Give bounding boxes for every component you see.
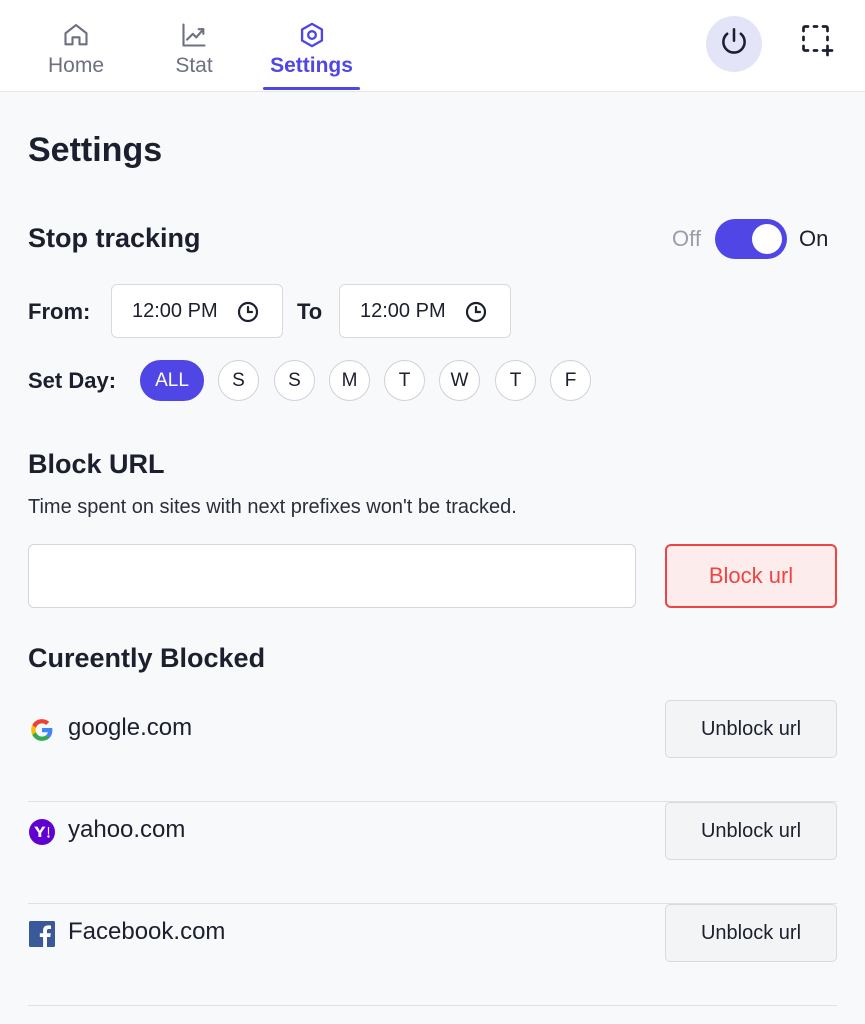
power-icon <box>717 25 751 64</box>
home-icon <box>61 20 91 50</box>
day-monday[interactable]: M <box>329 360 370 401</box>
stop-tracking-toggle[interactable] <box>714 219 787 259</box>
stop-tracking-title: Stop tracking <box>28 223 201 253</box>
to-label: To <box>297 299 323 324</box>
from-label: From: <box>28 299 91 324</box>
unblock-url-button[interactable]: Unblock url <box>665 700 837 758</box>
unblock-url-button[interactable]: Unblock url <box>665 904 837 962</box>
clock-icon <box>464 300 488 324</box>
settings-app: Home Stat Settings Settings Stop trackin… <box>0 0 865 1024</box>
tab-stat-label: Stat <box>175 54 213 77</box>
from-time-picker[interactable]: 12:00 PM <box>111 284 283 338</box>
blocked-list-item: Facebook.com Unblock url <box>28 904 837 1006</box>
clock-icon <box>236 300 260 324</box>
set-day-label: Set Day: <box>28 368 117 393</box>
to-time-value: 12:00 PM <box>360 299 446 322</box>
screen-capture-button[interactable] <box>797 22 837 62</box>
tab-settings-label: Settings <box>270 54 353 77</box>
tab-stat[interactable]: Stat <box>156 0 232 92</box>
top-navigation: Home Stat Settings <box>0 0 865 92</box>
day-wednesday[interactable]: W <box>439 360 480 401</box>
gear-icon <box>297 20 327 50</box>
day-tuesday[interactable]: T <box>384 360 425 401</box>
tracking-toggle-group: Off On <box>672 218 828 260</box>
tab-home-label: Home <box>47 54 105 77</box>
day-all[interactable]: ALL <box>140 360 204 401</box>
day-sunday[interactable]: S <box>218 360 259 401</box>
blocked-site-name: google.com <box>68 714 193 741</box>
block-url-input[interactable] <box>28 544 636 608</box>
block-url-description: Time spent on sites with next prefixes w… <box>28 496 517 518</box>
day-friday[interactable]: F <box>550 360 591 401</box>
day-thursday[interactable]: T <box>495 360 536 401</box>
toggle-off-label: Off <box>672 226 701 251</box>
blocked-list-item: yahoo.com Unblock url <box>28 802 837 904</box>
blocked-list-item: google.com Unblock url <box>28 700 837 802</box>
yahoo-icon <box>28 818 56 846</box>
blocked-site-name: yahoo.com <box>68 816 186 843</box>
block-url-title: Block URL <box>28 449 165 479</box>
power-button[interactable] <box>706 16 762 72</box>
tab-home[interactable]: Home <box>36 0 116 92</box>
page-title: Settings <box>28 131 163 169</box>
toggle-on-label: On <box>798 226 829 251</box>
to-time-picker[interactable]: 12:00 PM <box>339 284 511 338</box>
select-area-add-icon <box>799 22 835 63</box>
unblock-url-button[interactable]: Unblock url <box>665 802 837 860</box>
tab-settings[interactable]: Settings <box>263 0 360 92</box>
block-url-button[interactable]: Block url <box>665 544 837 608</box>
currently-blocked-title: Cureently Blocked <box>28 643 266 673</box>
toggle-knob <box>751 224 782 254</box>
facebook-icon <box>28 920 56 948</box>
active-tab-indicator <box>263 87 360 90</box>
from-time-value: 12:00 PM <box>132 299 218 322</box>
blocked-site-name: Facebook.com <box>68 918 226 945</box>
chart-line-icon <box>179 20 209 50</box>
day-saturday[interactable]: S <box>274 360 315 401</box>
google-icon <box>28 716 56 744</box>
